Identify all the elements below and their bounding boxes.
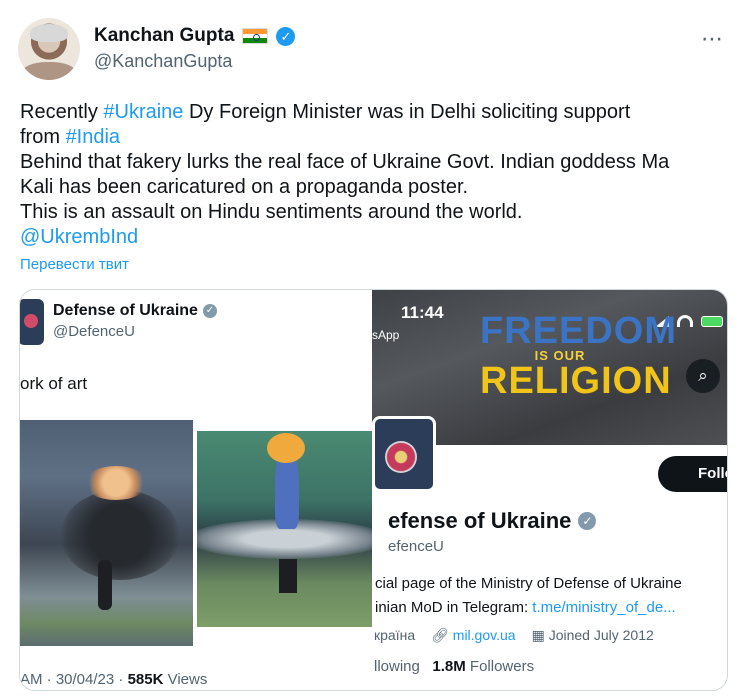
- avatar-hair: [30, 24, 68, 42]
- mention-ukrembind[interactable]: @UkrembInd: [20, 225, 732, 250]
- telegram-link: t.me/ministry_of_de...: [532, 599, 676, 616]
- profile-handle: efenceU: [388, 538, 444, 555]
- hashtag-ukraine[interactable]: #Ukraine: [103, 101, 183, 123]
- tweet-line-5: This is an assault on Hindu sentiments a…: [20, 201, 523, 223]
- banner-slogan: FREEDOM IS OUR RELIGION: [480, 310, 677, 402]
- author-name[interactable]: Kanchan Gupta: [94, 25, 234, 47]
- profile-location: країна: [374, 627, 416, 643]
- verified-badge-icon: ✓: [276, 26, 296, 46]
- author-avatar[interactable]: [18, 18, 80, 80]
- profile-name-row: efense of Ukraine ✓: [388, 508, 597, 534]
- embedded-author-name: Defense of Ukraine: [53, 302, 198, 319]
- avatar-shirt: [22, 62, 76, 80]
- caricature-poster-image: [197, 431, 374, 627]
- defense-ukraine-avatar: [20, 299, 44, 345]
- tweet-line-4: Kali has been caricatured on a propagand…: [20, 176, 469, 198]
- followers-count: 1.8M: [432, 658, 466, 675]
- tweet-line-1: Recently #Ukraine Dy Foreign Minister wa…: [20, 101, 631, 123]
- tweet-header: Kanchan Gupta ✓ @KanchanGupta ⋯: [18, 18, 730, 82]
- profile-avatar: [372, 416, 436, 492]
- link-icon: 🔗︎: [431, 627, 453, 643]
- profile-name: efense of Ukraine: [388, 508, 572, 533]
- profile-website: 🔗︎ mil.gov.ua: [431, 627, 516, 643]
- india-flag-icon: [242, 28, 269, 44]
- wifi-icon: [677, 315, 693, 327]
- embedded-tweet-text: ork of art: [20, 374, 88, 393]
- more-options-icon[interactable]: ⋯: [701, 26, 724, 52]
- calendar-icon: ▦: [531, 627, 549, 643]
- status-bar-time: 11:44: [401, 303, 444, 322]
- tweet-line-2: from #India: [20, 126, 121, 148]
- embedded-tweet-screenshot: Defense of Ukraine ✓ @DefenceU ork of ar…: [20, 290, 374, 690]
- profile-joined: ▦ Joined July 2012: [531, 627, 654, 643]
- embedded-tweet-meta: AM · 30/04/23 · 585K Views: [20, 671, 208, 688]
- gray-verified-icon: ✓: [202, 304, 217, 318]
- profile-bio-line-2: inian MoD in Telegram: t.me/ministry_of_…: [375, 599, 676, 616]
- views-count: 585K: [127, 671, 164, 688]
- tweet-line-3: Behind that fakery lurks the real face o…: [20, 151, 670, 173]
- author-name-row[interactable]: Kanchan Gupta ✓: [94, 25, 296, 47]
- explosion-photo: [20, 420, 193, 646]
- tweet-media-image[interactable]: Defense of Ukraine ✓ @DefenceU ork of ar…: [19, 289, 728, 691]
- gray-verified-icon: ✓: [578, 512, 597, 530]
- profile-stats: llowing 1.8M Followers: [374, 658, 535, 675]
- profile-bio-line-1: cial page of the Ministry of Defense of …: [375, 575, 682, 592]
- translate-tweet-link[interactable]: Перевести твит: [20, 256, 129, 273]
- battery-icon: [701, 315, 723, 327]
- hashtag-india[interactable]: #India: [66, 126, 121, 148]
- embedded-author-handle: @DefenceU: [53, 323, 135, 340]
- profile-screenshot: 11:44 sApp FREEDOM IS OUR RELIGION ⌕ Fol…: [372, 290, 727, 690]
- author-handle[interactable]: @KanchanGupta: [94, 51, 232, 72]
- search-icon: ⌕: [686, 359, 720, 393]
- tweet-text: Recently #Ukraine Dy Foreign Minister wa…: [20, 100, 732, 250]
- status-bar-app: sApp: [372, 328, 400, 342]
- embedded-author-name-row: Defense of Ukraine ✓: [53, 302, 217, 320]
- follow-button: Follow: [658, 456, 727, 492]
- profile-meta: країна 🔗︎ mil.gov.ua ▦ Joined July 2012: [374, 627, 654, 644]
